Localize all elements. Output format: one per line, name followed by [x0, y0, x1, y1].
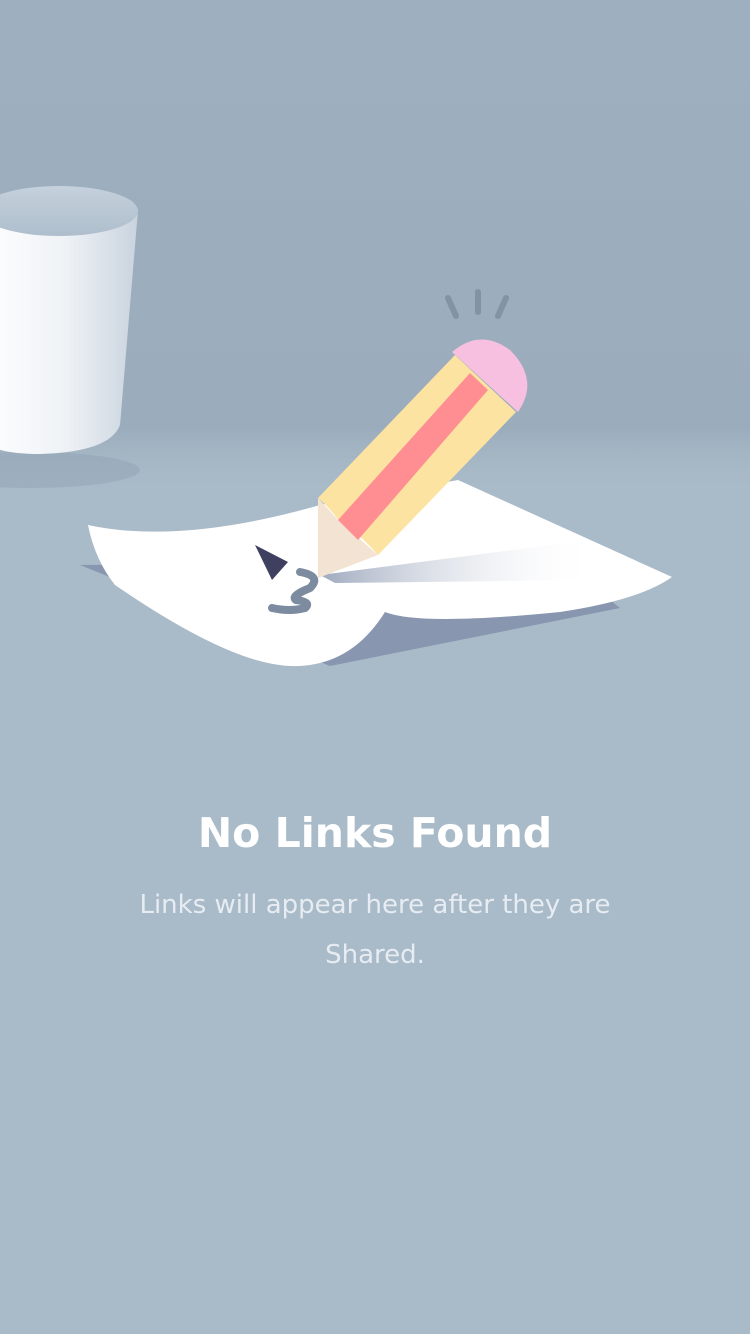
empty-state-title: No Links Found: [197, 809, 553, 857]
sparkle-icon: [445, 289, 509, 319]
empty-state: No Links Found Links will appear here af…: [0, 800, 750, 980]
pencil-writing-on-paper-icon: [0, 186, 750, 667]
empty-state-message: Links will appear here after they are Sh…: [139, 890, 611, 970]
